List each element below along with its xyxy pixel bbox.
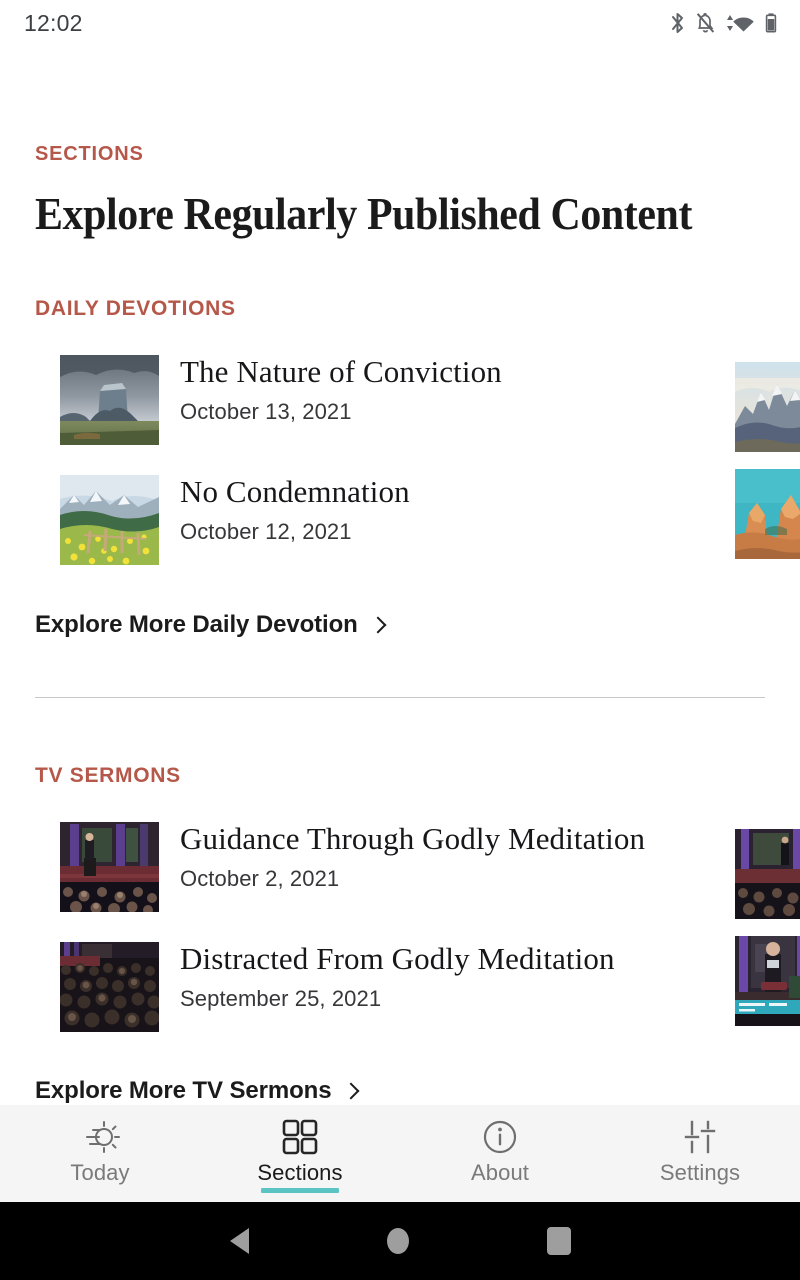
- wifi-data-icon: [725, 11, 755, 35]
- section-heading-daily-devotions: DAILY DEVOTIONS: [35, 297, 236, 320]
- explore-more-daily-devotion-link[interactable]: Explore More Daily Devotion: [35, 611, 387, 639]
- orange-rock-spires-thumb[interactable]: [735, 469, 800, 559]
- page-eyebrow: SECTIONS: [35, 143, 144, 165]
- list-item[interactable]: Guidance Through Godly Meditation Octobe…: [0, 820, 800, 919]
- list-item[interactable]: No Condemnation October 12, 2021: [0, 469, 800, 567]
- back-button[interactable]: [229, 1228, 249, 1254]
- bluetooth-icon: [669, 11, 686, 35]
- list-item-title[interactable]: Distracted From Godly Meditation: [180, 940, 615, 978]
- sliders-icon: [679, 1115, 721, 1159]
- list-item-date: October 12, 2021: [180, 519, 352, 544]
- notifications-off-icon: [695, 11, 716, 35]
- wildflower-meadow-thumb[interactable]: [60, 475, 159, 565]
- grid-icon: [279, 1115, 321, 1159]
- section-divider: [35, 697, 765, 698]
- preacher-lower-third-thumb[interactable]: [735, 936, 800, 1026]
- active-tab-indicator: [261, 1188, 339, 1193]
- butte-stormy-sky-thumb[interactable]: [60, 355, 159, 445]
- tab-sections[interactable]: Sections: [200, 1106, 400, 1202]
- list-item[interactable]: Distracted From Godly Meditation Septemb…: [0, 936, 800, 1034]
- tab-settings-label: Settings: [659, 1160, 741, 1185]
- list-item-date: September 25, 2021: [180, 986, 382, 1011]
- tab-today-label: Today: [70, 1160, 130, 1185]
- info-circle-icon: [479, 1115, 521, 1159]
- chevron-right-icon: [342, 1082, 360, 1099]
- list-item-title[interactable]: The Nature of Conviction: [180, 353, 502, 391]
- explore-more-daily-devotion-label: Explore More Daily Devotion: [35, 611, 358, 638]
- status-bar: 12:02: [0, 0, 800, 46]
- android-navigation-bar: [0, 1202, 800, 1280]
- battery-icon: [764, 11, 778, 35]
- tab-sections-label: Sections: [257, 1160, 343, 1185]
- list-item-title[interactable]: Guidance Through Godly Meditation: [180, 820, 645, 858]
- recents-button[interactable]: [546, 1227, 571, 1255]
- chevron-right-icon: [369, 616, 387, 633]
- explore-more-tv-sermons-label: Explore More TV Sermons: [35, 1077, 332, 1104]
- list-item[interactable]: The Nature of Conviction October 13, 202…: [0, 353, 800, 452]
- congregation-crowd-thumb[interactable]: [60, 942, 159, 1032]
- sunrise-icon: [77, 1115, 123, 1159]
- status-bar-clock: 12:02: [24, 9, 83, 36]
- bottom-tab-bar: Today Sections About Settings: [0, 1106, 800, 1202]
- explore-more-tv-sermons-link[interactable]: Explore More TV Sermons: [35, 1077, 360, 1105]
- page-title: Explore Regularly Published Content: [35, 189, 693, 239]
- status-bar-icons: [669, 11, 778, 35]
- tab-settings[interactable]: Settings: [600, 1106, 800, 1202]
- section-heading-tv-sermons: TV SERMONS: [35, 764, 181, 787]
- sanctuary-pulpit-thumb[interactable]: [60, 822, 159, 912]
- jagged-snow-peaks-thumb[interactable]: [735, 362, 800, 452]
- tab-about-label: About: [471, 1160, 529, 1185]
- scroll-content[interactable]: SECTIONS Explore Regularly Published Con…: [0, 46, 800, 1106]
- list-item-date: October 2, 2021: [180, 866, 340, 891]
- sanctuary-columns-thumb[interactable]: [735, 829, 800, 919]
- tab-today[interactable]: Today: [0, 1106, 200, 1202]
- home-button[interactable]: [386, 1228, 409, 1254]
- list-item-date: October 13, 2021: [180, 399, 352, 424]
- list-item-title[interactable]: No Condemnation: [180, 473, 410, 511]
- tab-about[interactable]: About: [400, 1106, 600, 1202]
